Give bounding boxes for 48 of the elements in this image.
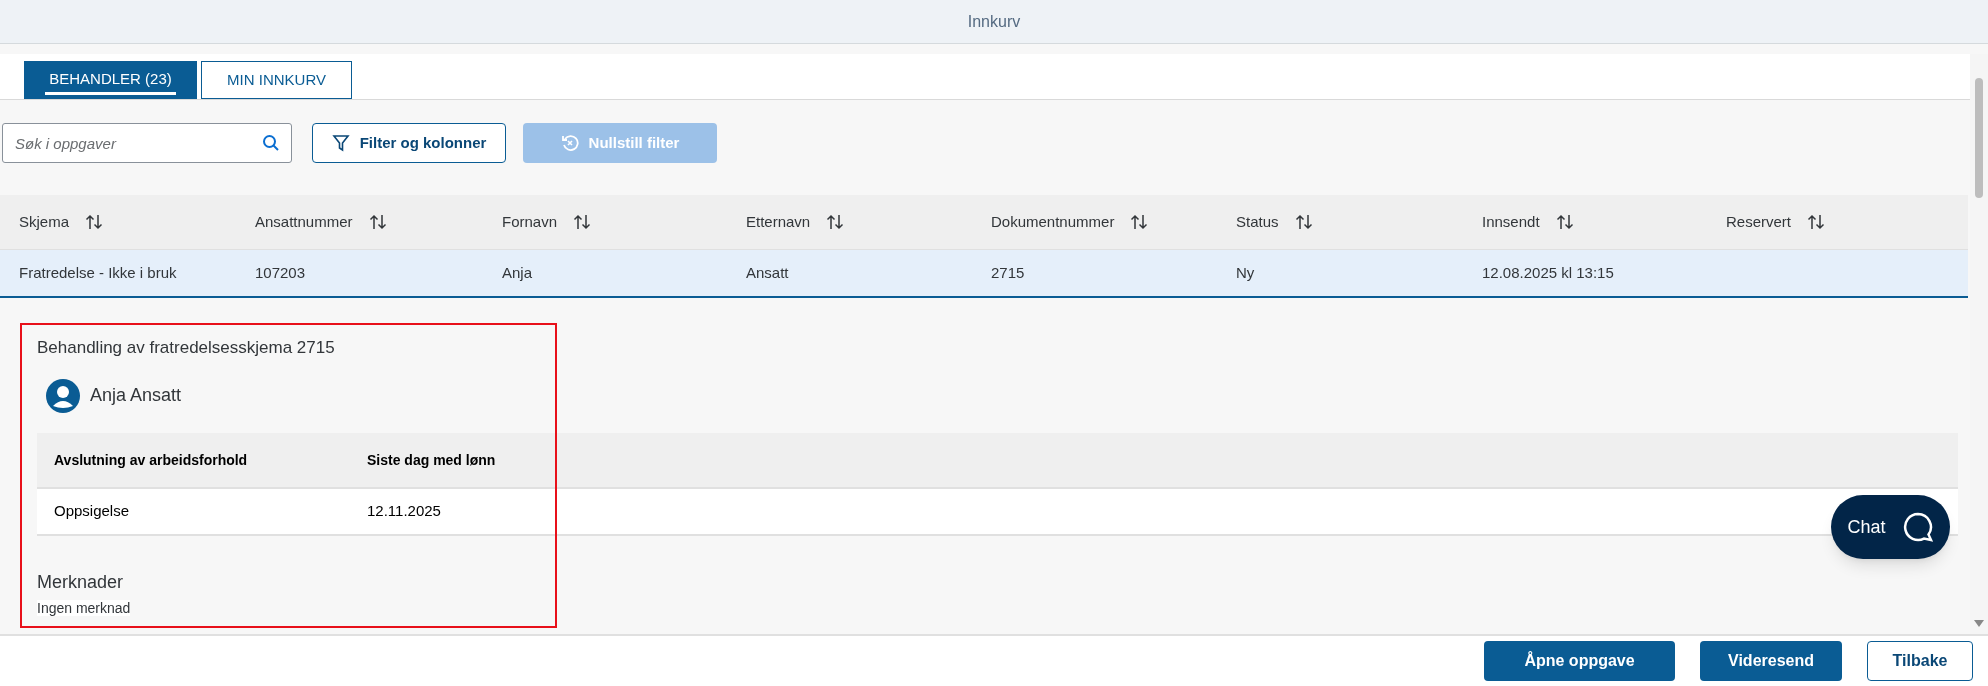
table-cell: 2715 (991, 264, 1025, 281)
column-header[interactable]: Ansattnummer (255, 210, 353, 234)
table-cell: Ansatt (746, 264, 789, 281)
scrollbar-thumb[interactable] (1975, 78, 1983, 198)
column-header[interactable]: Fornavn (502, 210, 558, 234)
sort-icon[interactable] (573, 213, 592, 231)
person-name: Anja Ansatt (90, 384, 182, 407)
chat-button[interactable]: Chat (1831, 495, 1950, 559)
sort-icon[interactable] (1807, 213, 1826, 231)
sort-icon[interactable] (85, 213, 104, 231)
avatar-icon (46, 378, 80, 413)
table-cell: 12.08.2025 kl 13:15 (1482, 264, 1614, 281)
sort-icon[interactable] (1294, 213, 1313, 231)
table-cell: Fratredelse - Ikke i bruk (19, 264, 177, 281)
table-cell: Oppsigelse (54, 502, 130, 519)
action-button[interactable]: Åpne oppgave (1484, 641, 1676, 681)
search-icon (262, 134, 280, 152)
tab[interactable]: MIN INNKURV (201, 61, 352, 99)
column-header[interactable]: Status (1236, 210, 1279, 234)
column-header: Siste dag med lønn (367, 451, 496, 468)
scroll-down-arrow-icon[interactable] (1974, 620, 1984, 628)
filter-button[interactable]: Filter og kolonner (312, 123, 506, 163)
table-row[interactable]: Fratredelse - Ikke i bruk 107203 Anja Ansatt 2715 Ny 12.08.2025 kl 13:15 (0, 250, 1968, 298)
filter-icon (331, 134, 350, 152)
column-header[interactable]: Skjema (19, 210, 70, 234)
notes-text: Ingen merknad (37, 599, 131, 616)
chat-bubble-icon (1901, 511, 1934, 543)
column-header[interactable]: Innsendt (1482, 210, 1540, 234)
table-cell: 12.11.2025 (367, 502, 441, 519)
notes-heading: Merknader (37, 570, 125, 594)
tab[interactable]: BEHANDLER (23) (24, 61, 197, 99)
column-header[interactable]: Reservert (1726, 210, 1792, 234)
table-cell: Ny (1236, 264, 1255, 281)
column-header: Avslutning av arbeidsforhold (54, 451, 248, 468)
table-cell: 107203 (255, 264, 306, 281)
column-header[interactable]: Etternavn (746, 210, 811, 234)
sort-icon[interactable] (826, 213, 845, 231)
action-button[interactable]: Videresend (1700, 641, 1842, 681)
back-button[interactable]: Tilbake (1867, 641, 1973, 681)
detail-title: Behandling av fratredelsesskjema 2715 (37, 337, 336, 359)
sort-icon[interactable] (1555, 213, 1574, 231)
column-header[interactable]: Dokumentnummer (991, 210, 1115, 234)
reset-icon (560, 134, 579, 152)
sort-icon[interactable] (368, 213, 387, 231)
sort-icon[interactable] (1130, 213, 1149, 231)
table-cell: Anja (502, 264, 533, 281)
search-field[interactable]: Søk i oppgaver (2, 123, 292, 163)
window-title: Innkurv (967, 11, 1021, 32)
